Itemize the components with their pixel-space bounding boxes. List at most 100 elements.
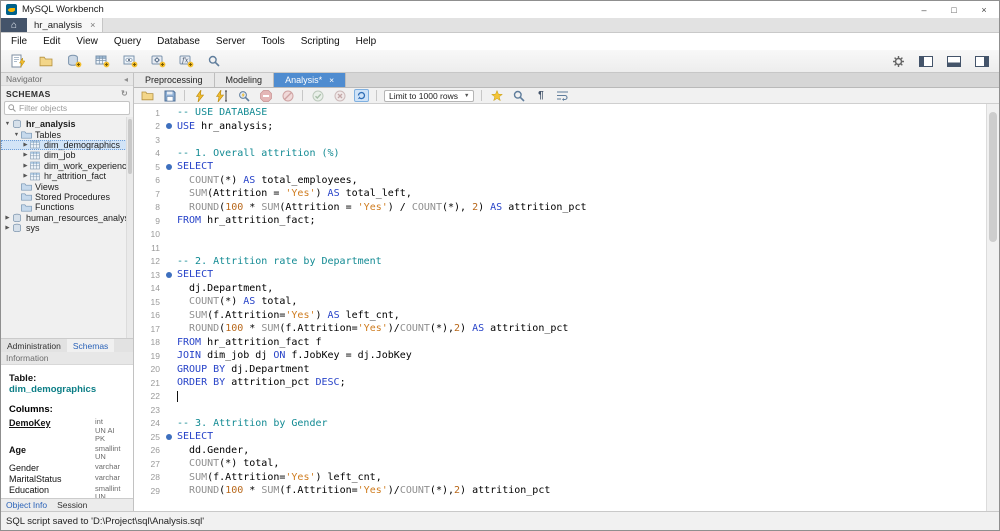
code-text: dd.Gender, xyxy=(177,444,250,456)
sidebar-tab-schemas[interactable]: Schemas xyxy=(66,339,115,352)
menu-database[interactable]: Database xyxy=(149,35,208,48)
tree-item-human_resources_analysis[interactable]: ▶ human_resources_analysis xyxy=(1,213,133,223)
tree-item-hr_analysis[interactable]: ▼ hr_analysis xyxy=(1,119,133,129)
collapse-arrow-icon[interactable]: ▼ xyxy=(3,121,12,127)
tree-scrollbar-thumb[interactable] xyxy=(128,119,132,174)
find-icon[interactable] xyxy=(511,89,526,102)
code-line-5: 5 SELECT xyxy=(134,160,986,174)
toggle-bottom-panel-icon[interactable] xyxy=(945,53,963,69)
expand-arrow-icon[interactable]: ▶ xyxy=(21,142,30,148)
toggle-invisibles-icon[interactable]: ¶ xyxy=(533,89,548,102)
tree-item-Tables[interactable]: ▼ Tables xyxy=(1,129,133,140)
table-icon xyxy=(30,140,42,149)
tree-item-Views[interactable]: Views xyxy=(1,181,133,192)
explain-icon[interactable] xyxy=(236,89,251,102)
expand-arrow-icon[interactable]: ▶ xyxy=(3,225,12,231)
menu-scripting[interactable]: Scripting xyxy=(293,35,348,48)
code-text: COUNT(*) AS total, xyxy=(189,296,298,308)
search-data-icon[interactable] xyxy=(205,53,223,69)
query-tab-analysis[interactable]: Analysis* × xyxy=(274,73,347,87)
toggle-wrap-icon[interactable] xyxy=(555,89,570,102)
menu-view[interactable]: View xyxy=(68,35,106,48)
expand-arrow-icon[interactable]: ▶ xyxy=(21,173,30,179)
toggle-stop-on-error-icon[interactable] xyxy=(280,89,295,102)
column-name: MaritalStatus xyxy=(9,473,62,484)
minimize-button[interactable]: – xyxy=(909,2,939,18)
toggle-autocommit-icon[interactable] xyxy=(354,89,369,102)
execute-current-statement-icon[interactable] xyxy=(214,89,229,102)
row-limit-select[interactable]: Limit to 1000 rows ▼ xyxy=(384,89,475,102)
expand-arrow-icon[interactable]: ▶ xyxy=(21,163,30,169)
expand-arrow-icon[interactable]: ▶ xyxy=(3,215,12,221)
menu-query[interactable]: Query xyxy=(106,35,149,48)
line-number: 15 xyxy=(150,296,160,307)
expand-arrow-icon[interactable]: ▶ xyxy=(21,152,30,158)
collapse-arrow-icon[interactable]: ▼ xyxy=(12,132,21,138)
query-tab-preprocessing[interactable]: Preprocessing xyxy=(134,73,215,87)
menu-file[interactable]: File xyxy=(3,35,35,48)
toggle-left-panel-icon[interactable] xyxy=(917,53,935,69)
refresh-schemas-icon[interactable]: ↻ xyxy=(121,89,128,98)
tree-scrollbar[interactable] xyxy=(126,117,133,338)
menu-tools[interactable]: Tools xyxy=(253,35,292,48)
schema-filter-input[interactable]: Filter objects xyxy=(4,101,130,115)
create-function-icon[interactable]: fx xyxy=(177,53,195,69)
preferences-gear-icon[interactable] xyxy=(889,53,907,69)
menu-server[interactable]: Server xyxy=(208,35,253,48)
menu-edit[interactable]: Edit xyxy=(35,35,68,48)
open-script-icon[interactable] xyxy=(140,89,155,102)
new-query-tab-icon[interactable] xyxy=(9,53,27,69)
column-type: varchar xyxy=(95,463,127,472)
tree-item-sys[interactable]: ▶ sys xyxy=(1,223,133,233)
code-line-15: 15 COUNT(*) AS total, xyxy=(134,295,986,309)
code-line-18: 18 FROM hr_attrition_fact f xyxy=(134,336,986,350)
close-tab-icon[interactable]: × xyxy=(90,20,95,30)
code-text: dj.Department, xyxy=(177,282,274,294)
create-procedure-icon[interactable] xyxy=(149,53,167,69)
create-view-icon[interactable] xyxy=(121,53,139,69)
line-number: 13 xyxy=(150,269,160,280)
execute-icon[interactable] xyxy=(192,89,207,102)
line-number: 26 xyxy=(150,445,160,456)
footer-tab-session[interactable]: Session xyxy=(52,500,92,510)
rollback-icon[interactable] xyxy=(332,89,347,102)
stop-icon[interactable] xyxy=(258,89,273,102)
title-bar: MySQL Workbench – □ × xyxy=(1,1,999,18)
save-snippet-icon[interactable] xyxy=(489,89,504,102)
footer-tab-object-info[interactable]: Object Info xyxy=(1,500,52,510)
query-tab-modeling[interactable]: Modeling xyxy=(214,73,275,87)
tree-item-label: Views xyxy=(35,181,59,192)
column-type: smallint UN xyxy=(95,445,127,462)
save-script-icon[interactable] xyxy=(162,89,177,102)
toggle-right-panel-icon[interactable] xyxy=(973,53,991,69)
sidebar-tab-administration[interactable]: Administration xyxy=(1,339,67,352)
create-schema-icon[interactable] xyxy=(65,53,83,69)
maximize-button[interactable]: □ xyxy=(939,2,969,18)
close-tab-icon[interactable]: × xyxy=(329,75,334,85)
sql-code-area[interactable]: 1 -- USE DATABASE 2 USE hr_analysis; 3 4 -- 1.… xyxy=(134,104,986,511)
window-controls: – □ × xyxy=(909,2,999,18)
code-line-22: 22 xyxy=(134,390,986,404)
commit-icon[interactable] xyxy=(310,89,325,102)
open-sql-script-icon[interactable] xyxy=(37,53,55,69)
menu-help[interactable]: Help xyxy=(348,35,385,48)
tree-item-Functions[interactable]: Functions xyxy=(1,202,133,212)
document-tab-hr_analysis[interactable]: hr_analysis × xyxy=(27,18,104,32)
collapse-panel-icon[interactable]: ◂ xyxy=(124,75,128,84)
tree-item-dim_demographics[interactable]: ▶ dim_demographics xyxy=(1,139,133,151)
editor-scrollbar[interactable] xyxy=(986,104,999,511)
tree-item-Stored Procedures[interactable]: Stored Procedures xyxy=(1,192,133,202)
code-text: GROUP BY dj.Department xyxy=(177,363,310,375)
tree-item-dim_job[interactable]: ▶ dim_job xyxy=(1,150,133,160)
column-name: Education xyxy=(9,484,50,495)
create-table-icon[interactable] xyxy=(93,53,111,69)
editor-scrollbar-thumb[interactable] xyxy=(989,112,997,242)
schema-icon xyxy=(12,223,24,233)
close-button[interactable]: × xyxy=(969,2,999,18)
code-line-24: 24 -- 3. Attrition by Gender xyxy=(134,417,986,431)
tree-item-hr_attrition_fact[interactable]: ▶ hr_attrition_fact xyxy=(1,171,133,181)
svg-text:fx: fx xyxy=(181,57,189,65)
folder-icon xyxy=(21,203,33,212)
home-tab[interactable]: ⌂ xyxy=(1,18,27,32)
tree-item-dim_work_experience[interactable]: ▶ dim_work_experience xyxy=(1,161,133,171)
